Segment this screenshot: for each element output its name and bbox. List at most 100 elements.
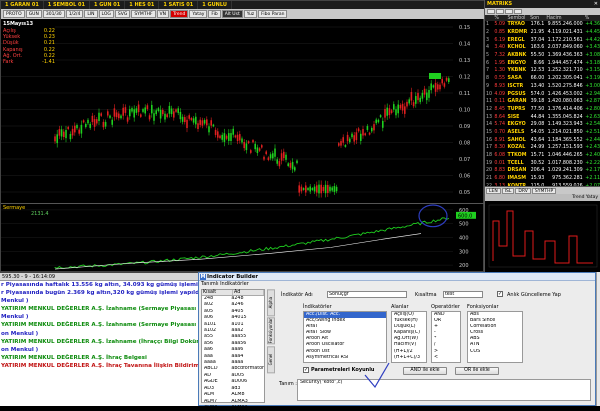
toolbar-button[interactable]: Trend: [170, 10, 189, 18]
col-name[interactable]: Ad: [233, 290, 264, 295]
mini-chart-tab[interactable]: DRV: [515, 187, 531, 194]
col-short[interactable]: Kısalt: [202, 290, 233, 295]
params-checkbox[interactable]: ✓: [303, 367, 309, 373]
candle-body: [393, 104, 395, 110]
tab-alpha[interactable]: Alpha: [267, 289, 275, 317]
table-row[interactable]: 12 8.45 TUPRS 77.50 1.376.414.406 +2.80: [485, 106, 600, 114]
mini-chart-tool-label[interactable]: Trend Yatay: [572, 195, 598, 200]
table-cell: 13: [486, 114, 493, 120]
tool-button[interactable]: [487, 9, 495, 14]
tool-button[interactable]: [496, 9, 504, 14]
toolbar-button[interactable]: Yuz: [243, 10, 258, 18]
or-add-button[interactable]: OR ile ekle: [455, 367, 499, 375]
toolbar-button[interactable]: Yatay: [189, 10, 208, 18]
news-item[interactable]: Menkul ): [1, 313, 204, 321]
news-item[interactable]: YATIRIM MENKUL DEĞERLER A.Ş. İhraç Belge…: [1, 354, 204, 362]
function-option[interactable]: COS: [468, 349, 522, 355]
chart-tab[interactable]: 1 HES 01: [125, 1, 160, 9]
news-item[interactable]: YATIRIM MENKUL DEĞERLER A.Ş. İzahname (İ…: [1, 338, 204, 346]
table-row[interactable]: 7 1.30 YKBNK 12.53 1.252.321.710 +3.15: [485, 67, 600, 75]
tab-general[interactable]: Genel: [267, 345, 275, 373]
short-input[interactable]: test: [443, 291, 483, 298]
toolbar-button[interactable]: Fib: [208, 10, 221, 18]
table-cell: 574.0: [530, 91, 545, 97]
news-item[interactable]: on Menkul ): [1, 330, 204, 338]
indicators-listbox[interactable]: Acc./Dist. Acc. Acc/Swing Index AlfaT AlfaT…: [303, 311, 387, 363]
candle-body: [318, 184, 320, 194]
table-row[interactable]: 9 8.93 ISCTR 13.40 1.520.275.846 +3.00: [485, 83, 600, 91]
tool-button[interactable]: [514, 9, 522, 14]
table-row[interactable]: 11 0.11 GARAN 39.18 1.420.080.063 +2.87: [485, 98, 600, 106]
toolbar-button[interactable]: 301/30: [42, 10, 65, 18]
table-row[interactable]: 21 6.80 IMASM 15.93 975.362.281 +2.11: [485, 175, 600, 183]
mini-chart-tab[interactable]: SYMTHP: [531, 187, 557, 194]
functions-listbox[interactable]: Abs Bars Since Correlation Cross ABS ATN COS: [467, 311, 523, 363]
indicator-list-item[interactable]: abcdformator: [229, 366, 264, 372]
price-chart[interactable]: 0.15 0.14 0.13 0.12 0.11 0.10 0.09 0.08 0.07 0.06…: [1, 19, 485, 203]
table-row[interactable]: 3 6.19 EREGL 37.04 1.172.210.561 +4.42: [485, 36, 600, 44]
chart-tab[interactable]: 1 GUNLU: [198, 1, 232, 9]
table-row[interactable]: 19 0.01 TCELL 30.52 1.017.808.230 +2.22: [485, 159, 600, 167]
indicator-option[interactable]: Asymmetrical RSI: [304, 355, 386, 361]
news-item[interactable]: YATIRIM MENKUL DEĞERLER A.Ş. İzahname (S…: [1, 321, 204, 329]
mini-chart[interactable]: [485, 201, 600, 271]
news-item[interactable]: Menkul ): [1, 297, 204, 305]
candle-body: [327, 184, 329, 194]
toolbar-button[interactable]: 1/2/4: [65, 10, 84, 18]
table-cell: 4: [486, 45, 490, 51]
chart-tab[interactable]: 1 SATIS 01: [159, 1, 199, 9]
toolbar-button[interactable]: SYMTHF: [131, 10, 156, 18]
table-row[interactable]: 10 4.09 PGSUS 574.0 1.426.453.002 +2.94: [485, 90, 600, 98]
chart-tab[interactable]: 1 GARAN 01: [1, 1, 44, 9]
tab-functions[interactable]: Fonksiyonlar: [267, 317, 275, 345]
candle-body: [353, 135, 355, 142]
field-option[interactable]: (H+L+C)/3: [392, 355, 426, 361]
news-item[interactable]: r Piyasasında haftalık 13.556 kg altın, …: [1, 281, 204, 289]
toolbar-button[interactable]: PROTO: [3, 10, 25, 18]
candle-body: [91, 115, 94, 122]
table-row[interactable]: 16 8.91 SAHOL 43.64 1.184.365.552 +2.44: [485, 136, 600, 144]
mini-chart-tab[interactable]: ISL: [501, 187, 515, 194]
close-icon[interactable]: ✕: [594, 1, 598, 7]
tool-button[interactable]: [505, 9, 513, 14]
toolbar-button[interactable]: Fibo Paran: [258, 10, 288, 18]
table-row[interactable]: 18 6.08 TTKOM 15.71 1.046.446.265 +2.40: [485, 152, 600, 160]
indicator-list[interactable]: Kısalt Ad 248 a02 a05 a06 a101 a102 a55 a56 aa6 a…: [201, 289, 265, 410]
fields-listbox[interactable]: Açılış(O) Yüksek(H) Düşük(L) Kapanış(C) Ağ.O…: [391, 311, 427, 363]
table-row[interactable]: 20 8.83 DRSAN 206.4 1.029.241.309 +2.17: [485, 167, 600, 175]
operator-option[interactable]: <: [432, 355, 460, 361]
table-row[interactable]: 14 5.74 EKGYO 29.08 1.149.323.943 +2.54: [485, 121, 600, 129]
news-item[interactable]: on Menkul ): [1, 346, 204, 354]
toolbar-button[interactable]: VN: [156, 10, 169, 18]
table-row[interactable]: 2 0.85 KRDMR 21.95 4.119.021.431 +4.45: [485, 29, 600, 37]
toolbar-button[interactable]: Alt Ust: [221, 10, 243, 18]
news-item[interactable]: r Piyasasında bugün 2.369 kg altın,320 k…: [1, 289, 204, 297]
toolbar-button[interactable]: LOG: [98, 10, 114, 18]
operators-listbox[interactable]: AND OR + - * / > <: [431, 311, 461, 363]
news-item[interactable]: YATIRIM MENKUL DEĞERLER A.Ş. İzahname (S…: [1, 305, 204, 313]
candle-body: [188, 115, 190, 119]
toolbar-button[interactable]: SVG: [114, 10, 131, 18]
candle-body: [386, 107, 388, 116]
name-input[interactable]: Sonuçgr: [327, 291, 407, 298]
table-row[interactable]: 15 0.70 ASELS 54.05 1.214.021.850 +2.51: [485, 129, 600, 137]
table-row[interactable]: 8 0.55 SASA 66.00 1.202.305.041 +3.19: [485, 75, 600, 83]
and-add-button[interactable]: AND ile ekle: [403, 367, 447, 375]
table-row[interactable]: 4 3.40 KCHOL 163.6 2.037.849.060 +3.43: [485, 44, 600, 52]
candle-body: [170, 108, 173, 115]
mini-chart-tab[interactable]: LEN: [486, 187, 501, 194]
auto-update-checkbox[interactable]: ✓: [497, 291, 503, 297]
chart-tab[interactable]: 1 SEMBOL 01: [44, 1, 90, 9]
table-cell: 9: [486, 83, 490, 89]
table-row[interactable]: 17 8.30 KOZAL 24.99 1.257.151.593 +2.43: [485, 144, 600, 152]
indicator-subchart[interactable]: 600500400300200600.0: [1, 203, 485, 273]
toolbar-button[interactable]: LIN: [84, 10, 98, 18]
table-row[interactable]: 6 1.95 ENGYO 8.66 1.944.457.474 +3.18: [485, 59, 600, 67]
toolbar-button[interactable]: GUN: [25, 10, 42, 18]
chart-tab[interactable]: 1 GUN 01: [90, 1, 126, 9]
table-row[interactable]: 1 5.09 TRYAO 176.1 9.855.246.000 +4.36: [485, 21, 600, 29]
table-row[interactable]: 13 8.64 SISE 44.84 1.355.045.824 +2.63: [485, 113, 600, 121]
table-row[interactable]: 5 7.32 AKBNK 55.50 1.369.436.363 +3.08: [485, 52, 600, 60]
news-item[interactable]: YATIRIM MENKUL DEĞERLER A.Ş. İhraç Tavan…: [1, 362, 204, 370]
formula-editor[interactable]: Security("koto",c): [297, 379, 591, 401]
